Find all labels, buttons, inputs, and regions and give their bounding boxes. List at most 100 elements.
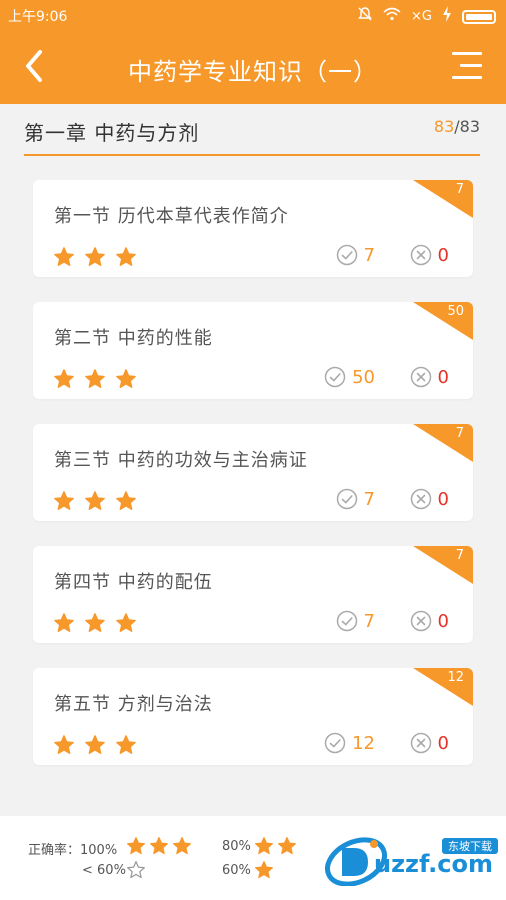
section-stars — [53, 368, 137, 390]
question-count-badge: 12 — [413, 668, 473, 706]
section-title: 第五节 方剂与治法 — [54, 694, 213, 715]
section-card[interactable]: 第二节 中药的性能 50 50 0 — [33, 302, 473, 399]
x-circle-icon — [410, 610, 431, 632]
legend-60-label: 60% — [222, 863, 251, 878]
question-count-badge: 7 — [413, 546, 473, 584]
star-icon — [173, 837, 191, 855]
badge-count: 12 — [447, 670, 464, 685]
correct-value: 50 — [352, 366, 375, 388]
x-circle-icon — [410, 488, 431, 510]
star-icon — [255, 837, 273, 855]
legend-100-stars — [126, 836, 192, 856]
section-stars — [53, 490, 137, 512]
correct-count: 7 — [336, 244, 375, 266]
legend-80-stars — [254, 836, 297, 856]
check-circle-icon — [324, 732, 346, 754]
section-card[interactable]: 第四节 中药的配伍 7 7 0 — [33, 546, 473, 643]
section-list: 第一节 历代本草代表作简介 7 7 0 第二节 中药的性能 50 50 0 第三节 中药的功效与… — [33, 180, 473, 790]
correct-value: 7 — [363, 488, 375, 510]
bell-off-icon — [357, 6, 373, 27]
badge-count: 50 — [447, 304, 464, 319]
page-title: 中药学专业知识（一） — [128, 58, 378, 86]
star-icon — [85, 613, 105, 632]
star-icon — [54, 247, 74, 266]
wrong-value: 0 — [437, 366, 449, 388]
signal-label: ×G — [411, 8, 432, 24]
section-stars — [53, 612, 137, 634]
question-count-badge: 7 — [413, 180, 473, 218]
x-circle-icon — [410, 244, 431, 266]
wrong-count: 0 — [410, 732, 449, 754]
star-icon — [127, 861, 145, 879]
section-title: 第二节 中药的性能 — [54, 328, 213, 349]
status-icons: ×G — [357, 6, 496, 27]
check-circle-icon — [336, 244, 357, 266]
status-bar: 上午9:06 ×G — [0, 0, 506, 30]
wrong-count: 0 — [410, 366, 449, 388]
battery-icon — [462, 9, 496, 24]
correct-count: 50 — [324, 366, 375, 388]
correct-value: 12 — [352, 732, 375, 754]
status-time: 上午9:06 — [8, 9, 68, 25]
star-icon — [116, 369, 136, 388]
chapter-title: 第一章 中药与方剂 — [24, 121, 200, 145]
legend-below-60-stars — [126, 860, 146, 880]
legend-below-60-label: < 60% — [82, 863, 126, 878]
correct-value: 7 — [363, 610, 375, 632]
star-icon — [278, 837, 296, 855]
svg-text:uzzf.com: uzzf.com — [374, 850, 493, 878]
badge-count: 7 — [455, 548, 464, 563]
star-icon — [116, 613, 136, 632]
star-icon — [255, 861, 273, 879]
star-icon — [85, 735, 105, 754]
legend-60-stars — [254, 860, 274, 880]
x-circle-icon — [410, 732, 431, 754]
wrong-value: 0 — [437, 244, 449, 266]
uzzf-logo: uzzf.com 东坡下载 — [322, 836, 502, 887]
wrong-value: 0 — [437, 732, 449, 754]
check-circle-icon — [336, 610, 357, 632]
star-icon — [85, 491, 105, 510]
section-stars — [53, 734, 137, 756]
check-circle-icon — [336, 488, 357, 510]
charging-icon — [442, 6, 452, 27]
wrong-count: 0 — [410, 244, 449, 266]
chapter-done-count: 83 — [433, 117, 455, 136]
chapter-header: 第一章 中药与方剂 83/83 — [24, 104, 480, 156]
question-count-badge: 50 — [413, 302, 473, 340]
star-icon — [116, 735, 136, 754]
x-circle-icon — [410, 366, 431, 388]
question-count-badge: 7 — [413, 424, 473, 462]
section-card[interactable]: 第三节 中药的功效与主治病证 7 7 0 — [33, 424, 473, 521]
star-icon — [85, 247, 105, 266]
section-stars — [53, 246, 137, 268]
star-icon — [150, 837, 168, 855]
star-icon — [85, 369, 105, 388]
star-icon — [127, 837, 145, 855]
section-title: 第四节 中药的配伍 — [54, 572, 213, 593]
svg-text:东坡下载: 东坡下载 — [448, 840, 492, 853]
wrong-value: 0 — [437, 610, 449, 632]
star-icon — [54, 613, 74, 632]
badge-count: 7 — [455, 426, 464, 441]
section-card[interactable]: 第五节 方剂与治法 12 12 0 — [33, 668, 473, 765]
correct-value: 7 — [363, 244, 375, 266]
star-icon — [54, 491, 74, 510]
header-bar: 上午9:06 ×G 中药学专业知识（一） — [0, 0, 506, 104]
chapter-total-count: /83 — [454, 117, 480, 136]
section-title: 第一节 历代本草代表作简介 — [54, 206, 289, 227]
correct-count: 7 — [336, 610, 375, 632]
chapter-progress: 83/83 — [434, 117, 480, 136]
legend-100-label: 正确率：100% — [28, 843, 118, 858]
star-icon — [54, 369, 74, 388]
check-circle-icon — [324, 366, 346, 388]
section-card[interactable]: 第一节 历代本草代表作简介 7 7 0 — [33, 180, 473, 277]
correct-count: 7 — [336, 488, 375, 510]
menu-button[interactable] — [448, 52, 482, 80]
wrong-count: 0 — [410, 610, 449, 632]
star-icon — [54, 735, 74, 754]
wifi-icon — [383, 7, 401, 26]
star-icon — [116, 247, 136, 266]
navbar: 中药学专业知识（一） — [0, 30, 506, 104]
legend-80-label: 80% — [222, 839, 251, 854]
